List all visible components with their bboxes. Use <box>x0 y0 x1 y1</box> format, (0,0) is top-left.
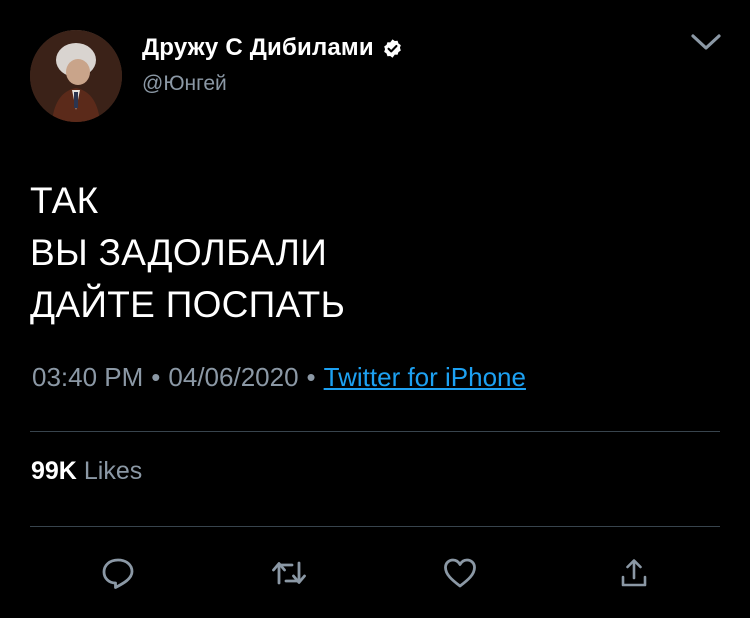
avatar[interactable] <box>30 30 122 122</box>
likes-stat[interactable]: 99K Likes <box>31 457 142 486</box>
author-display-name[interactable]: Дружу С Дибилами <box>142 34 374 62</box>
share-button[interactable] <box>614 553 654 593</box>
tweet-text-line: ВЫ ЗАДОЛБАЛИ <box>30 232 328 273</box>
meta-separator: • <box>151 362 161 392</box>
tweet-detail: Дружу С Дибилами @Юнгей ТАК ВЫ ЗАДОЛБАЛИ… <box>0 0 750 618</box>
divider <box>30 431 720 432</box>
meta-separator: • <box>306 362 316 392</box>
reply-icon <box>100 556 136 590</box>
tweet-text: ТАК ВЫ ЗАДОЛБАЛИ ДАЙТЕ ПОСПАТЬ <box>30 175 345 331</box>
tweet-date[interactable]: 04/06/2020 <box>168 362 298 392</box>
share-icon <box>619 557 649 589</box>
heart-icon <box>442 557 478 589</box>
retweet-button[interactable] <box>269 553 309 593</box>
tweet-header: Дружу С Дибилами @Юнгей <box>142 33 403 96</box>
verified-badge-icon <box>382 38 403 59</box>
tweet-text-line: ТАК <box>30 180 99 221</box>
tweet-time[interactable]: 03:40 PM <box>32 362 143 392</box>
likes-count: 99K <box>31 457 77 485</box>
avatar-image <box>30 30 122 122</box>
tweet-source-link[interactable]: Twitter for iPhone <box>324 362 526 392</box>
reply-button[interactable] <box>98 553 138 593</box>
author-handle[interactable]: @Юнгей <box>142 72 403 96</box>
retweet-icon <box>270 558 308 588</box>
likes-label: Likes <box>83 457 143 485</box>
author-name-row: Дружу С Дибилами <box>142 33 403 63</box>
tweet-metadata: 03:40 PM • 04/06/2020 • Twitter for iPhone <box>32 362 526 393</box>
chevron-down-icon[interactable] <box>689 30 723 54</box>
divider <box>30 526 720 527</box>
like-button[interactable] <box>440 553 480 593</box>
tweet-text-line: ДАЙТЕ ПОСПАТЬ <box>30 284 346 325</box>
